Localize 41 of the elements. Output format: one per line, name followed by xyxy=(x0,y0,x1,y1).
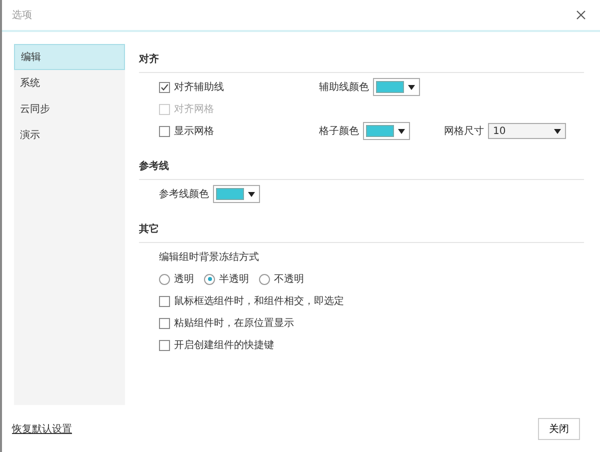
radio-label: 不透明 xyxy=(274,272,304,286)
option-label: 编辑组时背景冻结方式 xyxy=(159,250,259,264)
checkbox[interactable] xyxy=(159,296,170,306)
sidebar-item[interactable]: 云同步 xyxy=(14,96,125,122)
checkbox-label: 显示网格 xyxy=(174,124,214,138)
checkbox[interactable] xyxy=(159,318,170,328)
field-label: 辅助线颜色 xyxy=(319,80,369,94)
color-picker[interactable] xyxy=(373,78,420,96)
checkbox[interactable] xyxy=(159,340,170,350)
close-button[interactable]: 关闭 xyxy=(538,418,580,440)
size-dropdown[interactable]: 10 xyxy=(488,123,566,139)
caret-icon xyxy=(554,128,561,134)
checkbox-label: 粘贴组件时，在原位置显示 xyxy=(174,316,294,330)
close-icon[interactable] xyxy=(576,10,586,20)
section-title: 参考线 xyxy=(139,155,584,180)
field-label: 网格尺寸 xyxy=(444,124,484,138)
radio-label: 透明 xyxy=(174,272,194,286)
reset-link[interactable]: 恢复默认设置 xyxy=(12,422,72,436)
checkbox-label: 开启创建组件的快捷键 xyxy=(174,338,274,352)
sidebar-item[interactable]: 演示 xyxy=(14,122,125,148)
radio-label: 半透明 xyxy=(219,272,249,286)
field-label: 参考线颜色 xyxy=(159,188,209,201)
checkbox[interactable] xyxy=(159,126,170,136)
checkbox-label: 对齐辅助线 xyxy=(174,80,224,94)
sidebar-item[interactable]: 编辑 xyxy=(14,44,125,70)
caret-icon xyxy=(248,192,255,196)
radio-button[interactable] xyxy=(159,274,170,284)
caret-icon xyxy=(408,84,415,90)
checkbox-label: 鼠标框选组件时，和组件相交，即选定 xyxy=(174,294,344,308)
radio-button[interactable] xyxy=(204,274,215,284)
color-picker[interactable] xyxy=(213,185,260,203)
window-title: 选项 xyxy=(12,8,32,22)
checkbox[interactable] xyxy=(159,82,170,92)
section-title: 其它 xyxy=(139,218,584,243)
checkbox-label: 对齐网格 xyxy=(174,102,214,116)
color-picker[interactable] xyxy=(363,122,410,140)
field-label: 格子颜色 xyxy=(319,124,359,138)
radio-button[interactable] xyxy=(259,274,270,284)
section-title: 对齐 xyxy=(139,48,584,73)
caret-icon xyxy=(398,128,405,134)
sidebar-item[interactable]: 系统 xyxy=(14,70,125,96)
